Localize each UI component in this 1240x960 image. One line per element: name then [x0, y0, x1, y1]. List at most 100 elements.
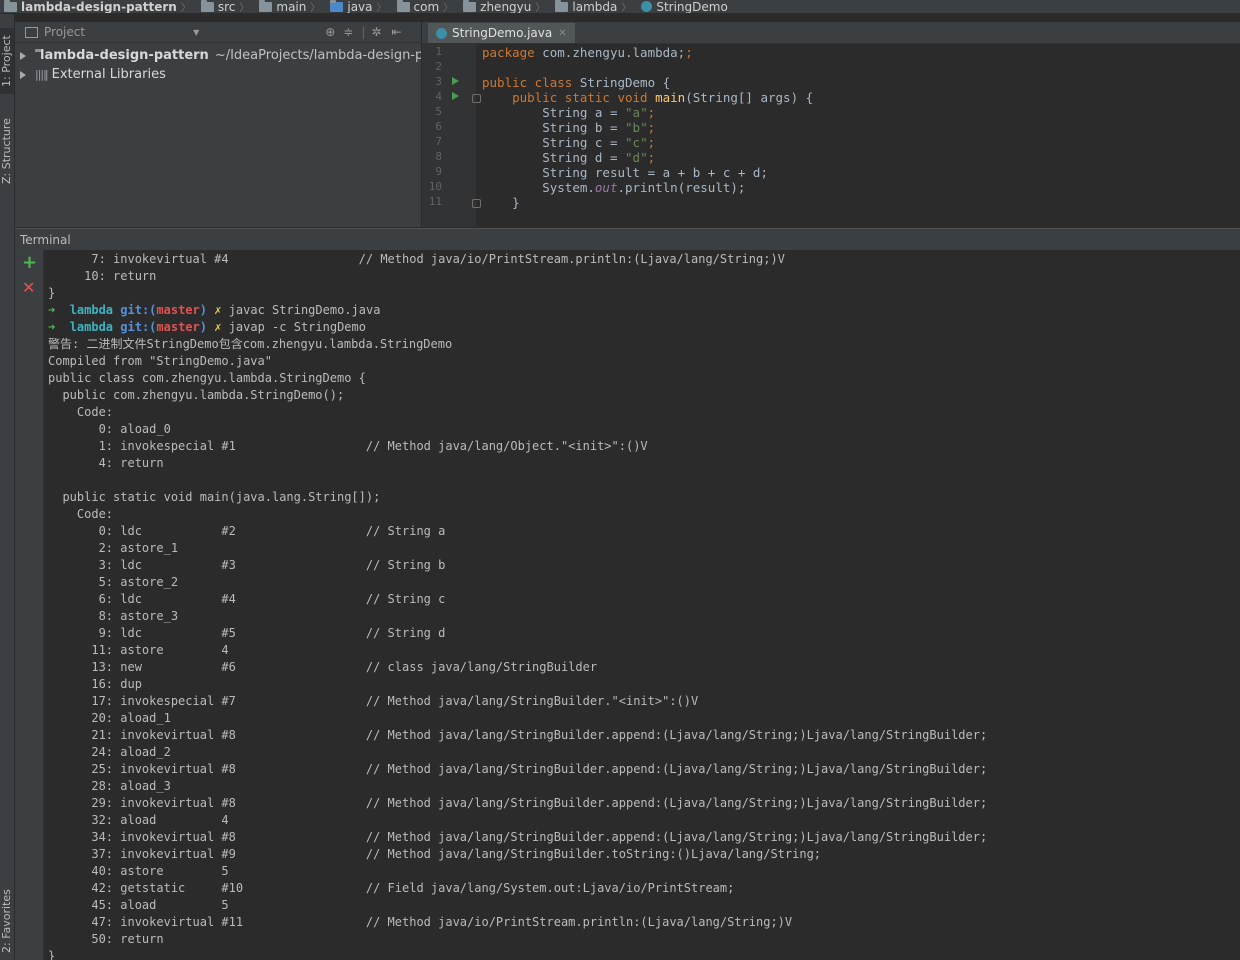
- terminal-line: 10: return: [48, 269, 157, 283]
- breadcrumb-item-project[interactable]: lambda-design-pattern 〉: [0, 0, 191, 13]
- terminal-line: 7: invokevirtual #4 // Method java/io/Pr…: [48, 252, 785, 266]
- terminal-line: 21: invokevirtual #8 // Method java/lang…: [48, 728, 988, 742]
- terminal-line: 29: invokevirtual #8 // Method java/lang…: [48, 796, 988, 810]
- terminal-line: 42: getstatic #10 // Field java/lang/Sys…: [48, 881, 735, 895]
- terminal-line: Code:: [48, 507, 114, 521]
- tree-item-project-root[interactable]: lambda-design-pattern ~/IdeaProjects/lam…: [15, 46, 421, 65]
- tab-structure[interactable]: Z: Structure: [0, 112, 14, 190]
- code-line-11[interactable]: }: [482, 195, 520, 210]
- line-number: 4: [435, 90, 442, 103]
- folder-icon: [200, 0, 214, 12]
- library-icon: |||‖: [35, 68, 49, 81]
- project-root-name: lambda-design-pattern: [40, 48, 209, 63]
- line-number: 6: [435, 120, 442, 133]
- terminal-line: 6: ldc #4 // String c: [48, 592, 446, 606]
- terminal-line: 47: invokevirtual #11 // Method java/io/…: [48, 915, 793, 929]
- terminal-line: 8: astore_3: [48, 609, 179, 623]
- terminal-line: 24: aload_2: [48, 745, 171, 759]
- hide-panel-icon[interactable]: ⇤: [391, 25, 401, 39]
- terminal-line: 28: aload_3: [48, 779, 171, 793]
- project-view-icon: [25, 26, 38, 38]
- breadcrumb: lambda-design-pattern 〉 src 〉 main 〉 java 〉 …: [0, 0, 1240, 14]
- terminal-line: 0: aload_0: [48, 422, 171, 436]
- run-main-icon[interactable]: [452, 92, 459, 100]
- editor-tab-bar: StringDemo.java ✕: [422, 22, 1240, 44]
- terminal-line: Code:: [48, 405, 114, 419]
- tab-favorites[interactable]: 2: Favorites: [0, 882, 14, 960]
- terminal-line: 警告: 二进制文件StringDemo包含com.zhengyu.lambda.…: [48, 337, 453, 351]
- expand-arrow-icon[interactable]: [20, 70, 26, 79]
- terminal-line: 32: aload 4: [48, 813, 229, 827]
- chevron-down-icon[interactable]: ▼: [193, 28, 199, 37]
- terminal-line: 5: astore_2: [48, 575, 179, 589]
- code-line-6[interactable]: String b = "b";: [482, 120, 655, 135]
- line-number: 5: [435, 105, 442, 118]
- code-line-7[interactable]: String c = "c";: [482, 135, 655, 150]
- code-line-9[interactable]: String result = a + b + c + d;: [482, 165, 768, 180]
- run-class-icon[interactable]: [452, 77, 459, 85]
- terminal-line: 11: astore 4: [48, 643, 229, 657]
- code-editor: StringDemo.java ✕ 1 2 3 4 5 6 7 8 9 10 1…: [422, 22, 1240, 227]
- locate-icon[interactable]: ⊕: [325, 25, 335, 39]
- left-tool-strip: 1: Project Z: Structure 2: Favorites: [0, 14, 15, 960]
- breadcrumb-item-com[interactable]: com 〉: [393, 0, 453, 13]
- terminal-line: 1: invokespecial #1 // Method java/lang/…: [48, 439, 648, 453]
- project-view-selector[interactable]: Project: [44, 25, 85, 39]
- project-root-path: ~/IdeaProjects/lambda-design-patt: [214, 48, 421, 63]
- collapse-icon[interactable]: ≑: [343, 25, 353, 39]
- line-number: 1: [435, 45, 442, 58]
- plus-icon[interactable]: +: [22, 254, 37, 272]
- terminal-output[interactable]: 7: invokevirtual #4 // Method java/io/Pr…: [44, 250, 1240, 960]
- fold-icon[interactable]: [472, 199, 481, 208]
- terminal-line: 3: ldc #3 // String b: [48, 558, 446, 572]
- terminal-line: 37: invokevirtual #9 // Method java/lang…: [48, 847, 822, 861]
- breadcrumb-item-stringdemo[interactable]: StringDemo: [637, 0, 728, 13]
- code-line-8[interactable]: String d = "d";: [482, 150, 655, 165]
- code-line-5[interactable]: String a = "a";: [482, 105, 655, 120]
- editor-gutter: 1 2 3 4 5 6 7 8 9 10 11: [422, 43, 481, 227]
- terminal-line: public com.zhengyu.lambda.StringDemo();: [48, 388, 345, 402]
- project-panel: Project ▼ ⊕ ≑ | ✲ ⇤ lambda-design-patter…: [15, 22, 421, 227]
- terminal-line: 2: astore_1: [48, 541, 179, 555]
- terminal-title[interactable]: Terminal: [20, 233, 71, 247]
- prompt-line: ➜ lambda git:(master) ✗ javap -c StringD…: [48, 320, 366, 334]
- tab-project[interactable]: 1: Project: [0, 28, 14, 94]
- folder-icon: [330, 0, 344, 12]
- terminal-line: public static void main(java.lang.String…: [48, 490, 381, 504]
- terminal-line: }: [48, 286, 56, 300]
- folder-icon: [259, 0, 273, 12]
- breadcrumb-item-main[interactable]: main 〉: [255, 0, 320, 13]
- breadcrumb-item-lambda[interactable]: lambda 〉: [551, 0, 631, 13]
- code-line-4[interactable]: public static void main(String[] args) {: [482, 90, 813, 105]
- line-number: 2: [435, 60, 442, 73]
- close-icon[interactable]: ✕: [22, 280, 35, 296]
- code-line-1[interactable]: package com.zhengyu.lambda;;: [482, 45, 693, 60]
- terminal-line: 13: new #6 // class java/lang/StringBuil…: [48, 660, 598, 674]
- terminal-line: 25: invokevirtual #8 // Method java/lang…: [48, 762, 988, 776]
- expand-arrow-icon[interactable]: [20, 51, 26, 60]
- divider: |: [361, 25, 366, 39]
- terminal-line: 40: astore 5: [48, 864, 229, 878]
- tab-stringdemo-java[interactable]: StringDemo.java ✕: [428, 23, 575, 43]
- line-number: 11: [428, 195, 442, 208]
- breadcrumb-item-java[interactable]: java 〉: [326, 0, 387, 13]
- terminal-line: 0: ldc #2 // String a: [48, 524, 446, 538]
- fold-icon[interactable]: [472, 94, 481, 103]
- code-line-10[interactable]: System.out.println(result);: [482, 180, 745, 195]
- line-number: 7: [435, 135, 442, 148]
- code-line-3[interactable]: public class StringDemo {: [482, 75, 670, 90]
- terminal-line: }: [48, 949, 56, 960]
- breadcrumb-item-src[interactable]: src 〉: [197, 0, 249, 13]
- gear-icon[interactable]: ✲: [371, 25, 381, 39]
- tree-item-external-libraries[interactable]: |||‖ External Libraries: [15, 65, 421, 84]
- breadcrumb-item-zhengyu[interactable]: zhengyu 〉: [459, 0, 545, 13]
- terminal-line: 16: dup: [48, 677, 142, 691]
- terminal-line: 4: return: [48, 456, 164, 470]
- close-tab-icon[interactable]: ✕: [558, 28, 566, 39]
- class-icon: [436, 27, 447, 39]
- class-icon: [641, 1, 653, 12]
- line-number: 10: [428, 180, 442, 193]
- terminal-line: 34: invokevirtual #8 // Method java/lang…: [48, 830, 988, 844]
- terminal-line: public class com.zhengyu.lambda.StringDe…: [48, 371, 366, 385]
- terminal-line: Compiled from "StringDemo.java": [48, 354, 272, 368]
